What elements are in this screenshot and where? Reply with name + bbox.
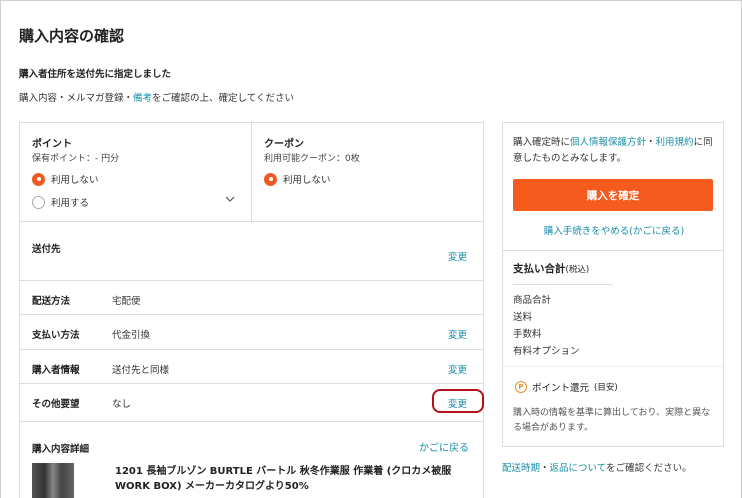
coupon-title: クーポン (264, 139, 304, 150)
agreement-text-1: 購入確定時に (513, 137, 571, 148)
order-summary-box: 購入確定時に個人情報保護方針・利用規約に同意したものとみなします。 購入を確定 … (502, 122, 724, 447)
radio-selected-icon (32, 172, 45, 186)
change-highlight-outline (432, 389, 484, 413)
privacy-policy-link[interactable]: 個人情報保護方針 (570, 137, 646, 148)
delivery-time-link[interactable]: 配送時期 (502, 463, 540, 474)
notice-text-2: をご確認の上、確定してください (152, 93, 294, 104)
handling-fee-label: 手数料 (513, 329, 542, 340)
coupon-radio-not-use[interactable]: 利用しない (264, 172, 331, 186)
point-coupon-row: ポイント 保有ポイント：- 円分 利用しない 利用する クーポン 利用可能クーポ… (20, 123, 483, 222)
tax-included-label: (税込) (565, 265, 590, 275)
footer-suffix-text: をご確認ください。 (606, 463, 692, 474)
order-details-box: ポイント 保有ポイント：- 円分 利用しない 利用する クーポン 利用可能クーポ… (19, 122, 484, 498)
subtotal-label: 商品合計 (513, 295, 552, 306)
delivery-label: 配送方法 (32, 296, 71, 307)
shipping-fee-label: 送料 (513, 312, 533, 323)
other-request-value: なし (112, 399, 132, 410)
coupon-section: クーポン 利用可能クーポン：0枚 利用しない (252, 123, 483, 221)
radio-label: 利用しない (51, 175, 99, 186)
point-estimate-label: (目安) (594, 383, 618, 393)
delivery-value: 宅配便 (112, 296, 141, 307)
radio-label: 利用しない (283, 175, 331, 186)
payment-total-label: 支払い合計 (513, 263, 566, 275)
shipping-return-note: 配送時期・返品についてをご確認ください。 (502, 460, 692, 474)
payment-row: 支払い方法 代金引換 変更 (20, 315, 483, 350)
shipping-to-change-link[interactable]: 変更 (448, 249, 467, 263)
address-notice: 購入者住所を送付先に指定しました (19, 69, 172, 80)
other-request-row: その他要望 なし 変更 (20, 384, 483, 422)
separator-dot: ・ (540, 463, 550, 474)
back-to-cart-link[interactable]: かごに戻る (419, 439, 469, 454)
divider (503, 366, 723, 367)
shipping-to-row: 送付先 変更 (20, 222, 483, 281)
cancel-purchase-link[interactable]: 購入手続きをやめる(かごに戻る) (503, 223, 725, 237)
chevron-down-icon[interactable] (225, 194, 235, 204)
payment-total-title: 支払い合計(税込) (513, 261, 589, 276)
remarks-link[interactable]: 備考 (133, 93, 152, 104)
agreement-text: 購入確定時に個人情報保護方針・利用規約に同意したものとみなします。 (513, 135, 718, 167)
coupon-available: 利用可能クーポン：0枚 (264, 154, 360, 164)
return-policy-link[interactable]: 返品について (550, 463, 607, 474)
notice-text-1: 購入内容・メルマガ登録・ (19, 93, 134, 104)
shipping-to-label: 送付先 (32, 244, 61, 255)
other-request-label: その他要望 (32, 399, 80, 410)
buyer-change-link[interactable]: 変更 (448, 362, 467, 376)
point-title: ポイント (32, 139, 72, 150)
buyer-row: 購入者情報 送付先と同様 変更 (20, 350, 483, 384)
point-section: ポイント 保有ポイント：- 円分 利用しない 利用する (20, 123, 252, 221)
point-return-label: ポイント還元 (532, 383, 590, 394)
radio-unselected-icon (32, 195, 45, 209)
confirm-purchase-button[interactable]: 購入を確定 (513, 179, 713, 211)
radio-selected-icon (264, 172, 277, 186)
point-balance: 保有ポイント：- 円分 (32, 154, 120, 164)
radio-label: 利用する (51, 198, 90, 209)
buyer-label: 購入者情報 (32, 365, 80, 376)
separator-dot: ・ (646, 137, 656, 148)
point-coin-icon: P (515, 381, 527, 393)
order-detail-title: 購入内容詳細 (32, 444, 90, 455)
point-return-row: P ポイント還元 (目安) (515, 380, 618, 394)
point-radio-not-use[interactable]: 利用しない (32, 172, 99, 186)
point-radio-use[interactable]: 利用する (32, 195, 89, 209)
divider (503, 250, 723, 251)
page-title: 購入内容の確認 (19, 27, 125, 45)
buyer-value: 送付先と同様 (112, 365, 170, 376)
product-name: 1201 長袖ブルゾン BURTLE バートル 秋冬作業服 作業着 (クロカメ被… (115, 466, 452, 492)
paid-option-label: 有料オプション (513, 346, 580, 357)
divider (513, 284, 613, 285)
delivery-row: 配送方法 宅配便 (20, 281, 483, 315)
terms-link[interactable]: 利用規約 (656, 137, 694, 148)
product-thumbnail[interactable] (32, 463, 74, 498)
payment-value: 代金引換 (112, 330, 151, 341)
confirm-notice: 購入内容・メルマガ登録・備考をご確認の上、確定してください (19, 90, 294, 104)
payment-label: 支払い方法 (32, 330, 80, 341)
payment-change-link[interactable]: 変更 (448, 327, 467, 341)
point-note: 購入時の情報を基準に算出しており、実際と異なる場合があります。 (513, 408, 711, 433)
